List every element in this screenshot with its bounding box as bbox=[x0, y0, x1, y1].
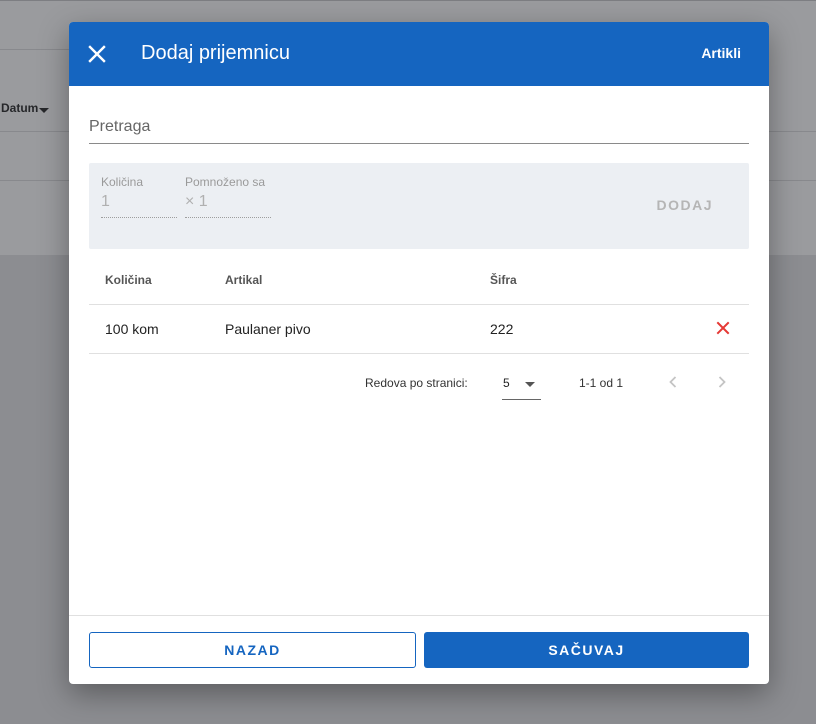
row-quantity: 100 kom bbox=[105, 321, 159, 337]
delete-icon[interactable] bbox=[715, 320, 731, 336]
chevron-right-icon[interactable] bbox=[712, 372, 732, 392]
add-button[interactable]: DODAJ bbox=[656, 197, 713, 213]
background-divider bbox=[0, 0, 816, 1]
quantity-input[interactable]: 1 bbox=[101, 193, 177, 218]
background-divider bbox=[0, 49, 70, 50]
dialog-title: Dodaj prijemnicu bbox=[141, 42, 290, 64]
close-icon[interactable] bbox=[85, 42, 109, 66]
table-header: Količina Artikal Šifra bbox=[89, 259, 749, 305]
items-table: Količina Artikal Šifra 100 kom Paulaner … bbox=[89, 259, 749, 354]
search-input[interactable] bbox=[89, 106, 749, 142]
table-row: 100 kom Paulaner pivo 222 bbox=[89, 305, 749, 354]
pagination: Redova po stranici: 5 1-1 od 1 bbox=[89, 362, 749, 404]
multiplier-field[interactable]: Pomnoženo sa × 1 bbox=[185, 175, 271, 218]
quantity-field[interactable]: Količina 1 bbox=[101, 175, 177, 218]
column-header-quantity: Količina bbox=[105, 273, 152, 287]
sort-arrow-icon bbox=[39, 107, 50, 113]
chevron-left-icon[interactable] bbox=[663, 372, 683, 392]
row-code: 222 bbox=[490, 321, 514, 337]
save-button[interactable]: SAČUVAJ bbox=[424, 632, 749, 668]
background-column-header: Datum bbox=[1, 101, 50, 115]
dialog-header: Dodaj prijemnicu Artikli bbox=[69, 22, 769, 86]
row-article: Paulaner pivo bbox=[225, 321, 311, 337]
multiplier-label: Pomnoženo sa bbox=[185, 175, 266, 189]
background-column-header-label: Datum bbox=[1, 101, 39, 115]
articles-button[interactable]: Artikli bbox=[701, 45, 741, 61]
rows-per-page-select[interactable]: 5 bbox=[502, 370, 541, 400]
column-header-article: Artikal bbox=[225, 273, 263, 287]
multiplier-input[interactable]: × 1 bbox=[185, 193, 271, 218]
page-range: 1-1 od 1 bbox=[579, 376, 624, 390]
rows-per-page-value: 5 bbox=[503, 376, 510, 390]
quantity-label: Količina bbox=[101, 175, 144, 189]
column-header-code: Šifra bbox=[490, 273, 517, 287]
arrow-drop-down-icon bbox=[525, 382, 535, 387]
rows-per-page-label: Redova po stranici: bbox=[365, 376, 468, 390]
add-receipt-dialog: Dodaj prijemnicu Artikli Količina 1 Pomn… bbox=[69, 22, 769, 684]
search-field bbox=[89, 106, 749, 144]
dialog-footer: NAZAD SAČUVAJ bbox=[69, 615, 769, 684]
back-button[interactable]: NAZAD bbox=[89, 632, 416, 668]
entry-panel: Količina 1 Pomnoženo sa × 1 DODAJ bbox=[89, 163, 749, 249]
